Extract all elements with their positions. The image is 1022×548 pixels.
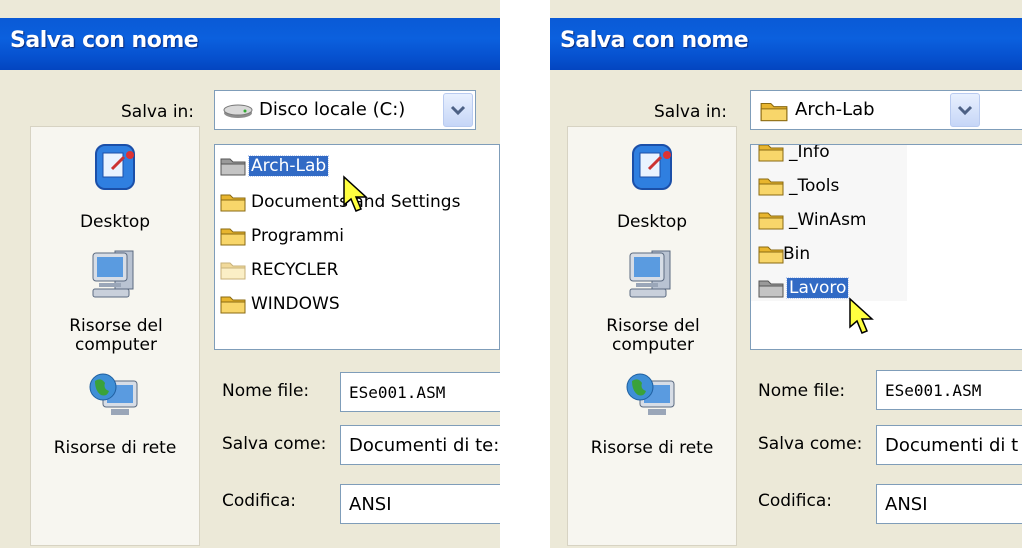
place-network[interactable]: Risorse di rete [568, 367, 736, 458]
save-as-label: Salva come: [758, 434, 863, 454]
folder-icon [758, 178, 784, 196]
network-places-icon [568, 367, 736, 427]
place-label: Risorse di rete [590, 438, 714, 458]
encoding-value: ANSI [885, 494, 928, 515]
folder-icon [220, 228, 246, 246]
chevron-down-icon[interactable] [950, 93, 980, 127]
file-name-value: ESe001.ASM [885, 381, 982, 400]
list-item-label: Arch-Lab [247, 155, 330, 177]
network-places-icon [31, 367, 199, 427]
hand-pointer-cursor [847, 297, 877, 341]
list-item-label: Bin [783, 244, 811, 264]
encoding-value: ANSI [349, 494, 392, 515]
place-my-computer[interactable]: Risorse del computer [568, 245, 736, 355]
places-bar: Desktop Risorse del computer Risorse di … [567, 126, 737, 546]
list-item-label: Lavoro [785, 277, 850, 299]
save-dialog-left: Salva con nome Salva in: Disco locale (C… [0, 0, 500, 548]
save-in-value: Arch-Lab [795, 99, 875, 120]
desktop-icon [31, 141, 199, 199]
place-label: Risorse di rete [53, 438, 177, 458]
list-item-label: RECYCLER [251, 260, 339, 280]
folder-icon [220, 158, 246, 176]
place-desktop[interactable]: Desktop [31, 141, 199, 232]
encoding-combo[interactable]: ANSI [340, 484, 500, 524]
list-item-label: Programmi [251, 226, 345, 246]
save-as-value: Documenti di te: [349, 435, 500, 456]
places-bar: Desktop Risorse del computer Risorse di … [30, 126, 200, 546]
list-item-label: WINDOWS [251, 294, 340, 314]
file-list[interactable]: Arch-Lab Documents and Settings Programm… [214, 144, 500, 350]
file-name-field[interactable]: ESe001.ASM [876, 370, 1022, 410]
save-in-value: Disco locale (C:) [259, 99, 406, 120]
save-as-combo[interactable]: Documenti di t [876, 425, 1022, 465]
hand-pointer-cursor [341, 175, 371, 219]
desktop-icon [568, 141, 736, 199]
file-list[interactable]: _Info _Tools _WinAsm Bin Lavoro [750, 144, 1022, 350]
dialog-title: Salva con nome [10, 28, 199, 53]
encoding-label: Codifica: [222, 491, 296, 511]
chevron-down-icon[interactable] [443, 93, 473, 127]
my-computer-icon [568, 245, 736, 307]
folder-icon [758, 145, 784, 162]
hard-drive-icon [223, 103, 253, 123]
folder-icon [759, 99, 789, 127]
place-label: Risorse del computer [606, 316, 700, 355]
list-item-label: _Tools [789, 176, 840, 196]
folder-icon [220, 296, 246, 314]
file-name-field[interactable]: ESe001.ASM [340, 372, 500, 412]
file-name-label: Nome file: [222, 381, 310, 401]
place-desktop[interactable]: Desktop [568, 141, 736, 232]
folder-icon [758, 280, 784, 298]
save-as-label: Salva come: [222, 434, 327, 454]
save-in-combo[interactable]: Arch-Lab [750, 90, 1022, 130]
save-in-label: Salva in: [121, 102, 195, 122]
save-in-label: Salva in: [654, 102, 728, 122]
list-item-label: _WinAsm [789, 210, 867, 230]
save-as-value: Documenti di t [885, 435, 1019, 456]
file-name-label: Nome file: [758, 381, 846, 401]
save-as-combo[interactable]: Documenti di te: [340, 425, 500, 465]
place-label: Desktop [616, 212, 688, 232]
folder-icon [220, 194, 246, 212]
place-label: Desktop [79, 212, 151, 232]
dialog-title: Salva con nome [560, 28, 749, 53]
save-in-combo[interactable]: Disco locale (C:) [214, 90, 476, 130]
place-my-computer[interactable]: Risorse del computer [31, 245, 199, 355]
folder-icon [758, 212, 784, 230]
save-dialog-right: Salva con nome Salva in: Arch-Lab Deskto… [550, 0, 1022, 548]
place-network[interactable]: Risorse di rete [31, 367, 199, 458]
folder-icon [220, 262, 246, 280]
encoding-label: Codifica: [758, 491, 832, 511]
file-name-value: ESe001.ASM [349, 383, 446, 402]
place-label: Risorse del computer [69, 316, 163, 355]
my-computer-icon [31, 245, 199, 307]
list-item-label: _Info [789, 144, 830, 162]
encoding-combo[interactable]: ANSI [876, 484, 1022, 524]
